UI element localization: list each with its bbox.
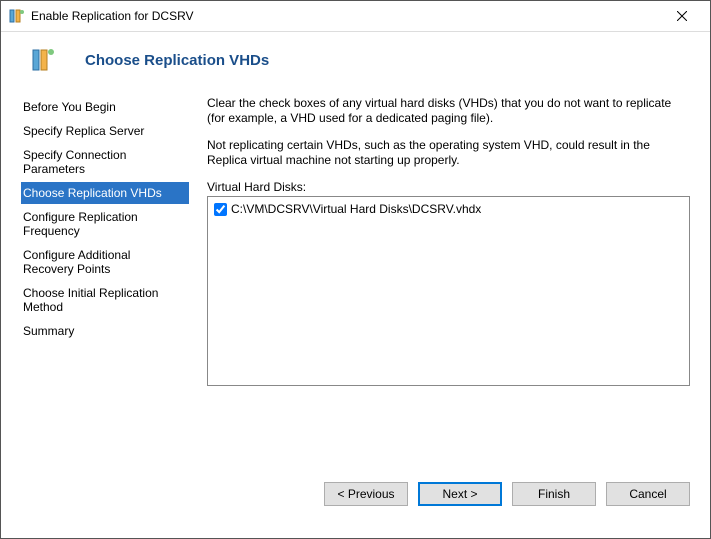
wizard-step[interactable]: Choose Replication VHDs	[21, 182, 189, 204]
titlebar: Enable Replication for DCSRV	[1, 1, 710, 32]
previous-button[interactable]: < Previous	[324, 482, 408, 506]
finish-button[interactable]: Finish	[512, 482, 596, 506]
wizard-footer: < Previous Next > Finish Cancel	[1, 464, 710, 538]
vhd-listbox[interactable]: C:\VM\DCSRV\Virtual Hard Disks\DCSRV.vhd…	[207, 196, 690, 386]
wizard-step[interactable]: Specify Replica Server	[21, 120, 189, 142]
wizard-steps: Before You BeginSpecify Replica ServerSp…	[21, 92, 189, 464]
vhd-list-label: Virtual Hard Disks:	[207, 180, 690, 194]
wizard-header-icon	[29, 46, 57, 74]
wizard-window: Enable Replication for DCSRV Choose Repl…	[0, 0, 711, 539]
cancel-button[interactable]: Cancel	[606, 482, 690, 506]
wizard-body: Before You BeginSpecify Replica ServerSp…	[1, 92, 710, 464]
wizard-step[interactable]: Summary	[21, 320, 189, 342]
vhd-path: C:\VM\DCSRV\Virtual Hard Disks\DCSRV.vhd…	[231, 202, 481, 216]
page-title: Choose Replication VHDs	[85, 52, 269, 69]
close-icon	[677, 11, 687, 21]
wizard-step[interactable]: Specify Connection Parameters	[21, 144, 189, 180]
next-button[interactable]: Next >	[418, 482, 502, 506]
wizard-step[interactable]: Configure Replication Frequency	[21, 206, 189, 242]
app-icon	[9, 8, 25, 24]
vhd-checkbox[interactable]	[214, 203, 227, 216]
wizard-header: Choose Replication VHDs	[1, 32, 710, 92]
wizard-step[interactable]: Configure Additional Recovery Points	[21, 244, 189, 280]
wizard-step[interactable]: Choose Initial Replication Method	[21, 282, 189, 318]
wizard-content: Clear the check boxes of any virtual har…	[207, 92, 690, 464]
instruction-text-2: Not replicating certain VHDs, such as th…	[207, 138, 690, 168]
window-title: Enable Replication for DCSRV	[31, 9, 662, 23]
wizard-step[interactable]: Before You Begin	[21, 96, 189, 118]
instruction-text-1: Clear the check boxes of any virtual har…	[207, 96, 690, 126]
close-button[interactable]	[662, 2, 702, 30]
vhd-item[interactable]: C:\VM\DCSRV\Virtual Hard Disks\DCSRV.vhd…	[214, 201, 683, 217]
